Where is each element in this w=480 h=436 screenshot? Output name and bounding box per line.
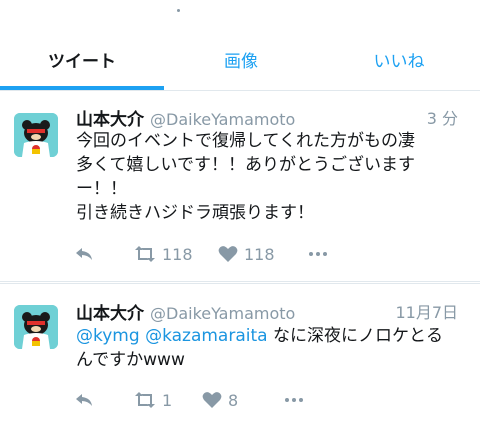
- display-name[interactable]: 山本大介: [76, 304, 144, 324]
- status-bar: [0, 0, 480, 22]
- tweet-text-line: 多くて嬉しいです！！ありがとうございます: [76, 155, 415, 175]
- tweet-actions: 1 8: [68, 388, 468, 412]
- reply-icon: [76, 394, 92, 406]
- profile-tabs: ツイート 画像 いいね: [0, 40, 480, 91]
- tab-images[interactable]: 画像: [164, 40, 318, 88]
- tweet-header: 山本大介 @DaikeYamamoto 11月7日: [76, 299, 468, 324]
- more-icon: [309, 252, 327, 256]
- like-button[interactable]: 8: [202, 388, 238, 412]
- avatar[interactable]: [14, 305, 58, 349]
- status-dot: [177, 9, 180, 12]
- tweet-text-line: 今回のイベントで復帰してくれた方がもの凄: [76, 131, 415, 151]
- tweet-actions: 118 118: [68, 242, 468, 266]
- active-tab-indicator: [0, 86, 164, 90]
- tweet-text: 今回のイベントで復帰してくれた方がもの凄 多くて嬉しいです！！ありがとうございま…: [76, 129, 468, 225]
- tweet[interactable]: 山本大介 @DaikeYamamoto 3 分 今回のイベントで復帰してくれた方が…: [0, 91, 480, 282]
- retweet-count: 1: [162, 390, 173, 410]
- tweet-text-segment: なに深夜にノロケとる: [267, 326, 443, 346]
- timestamp[interactable]: 11月7日: [395, 299, 458, 323]
- retweet-icon: [135, 392, 155, 408]
- username[interactable]: @DaikeYamamoto: [150, 110, 295, 129]
- like-button[interactable]: 118: [218, 242, 275, 266]
- retweet-icon: [135, 246, 155, 262]
- like-count: 8: [228, 390, 239, 410]
- username[interactable]: @DaikeYamamoto: [150, 304, 295, 323]
- reply-button[interactable]: [74, 388, 94, 412]
- tweet-text-line: ー！！: [76, 179, 127, 199]
- display-name[interactable]: 山本大介: [76, 110, 144, 130]
- more-button[interactable]: [284, 388, 304, 412]
- heart-icon: [218, 246, 238, 262]
- more-button[interactable]: [308, 242, 328, 266]
- tab-tweets[interactable]: ツイート: [0, 40, 164, 88]
- mention-link[interactable]: @kazamaraita: [145, 326, 268, 346]
- tweet-text: @kymg @kazamaraita なに深夜にノロケとる んですかwww: [76, 324, 468, 372]
- tweet-text-line: @kymg @kazamaraita なに深夜にノロケとる: [76, 324, 468, 348]
- timestamp[interactable]: 3 分: [427, 105, 458, 129]
- more-icon: [285, 398, 303, 402]
- like-count: 118: [244, 244, 275, 264]
- tab-likes[interactable]: いいね: [318, 40, 480, 88]
- retweet-button[interactable]: 118: [134, 242, 193, 266]
- retweet-count: 118: [162, 244, 193, 264]
- avatar[interactable]: [14, 113, 58, 157]
- tweet[interactable]: 山本大介 @DaikeYamamoto 11月7日 @kymg @kazamara…: [0, 283, 480, 436]
- tweet-text-line: 引き続きハジドラ頑張ります！: [76, 203, 314, 223]
- tweet-text-line: んですかwww: [76, 350, 185, 370]
- heart-icon: [202, 392, 222, 408]
- mention-link[interactable]: @kymg: [76, 326, 140, 346]
- tweet-header: 山本大介 @DaikeYamamoto 3 分: [76, 105, 468, 130]
- retweet-button[interactable]: 1: [134, 388, 172, 412]
- reply-icon: [76, 248, 92, 260]
- reply-button[interactable]: [74, 242, 94, 266]
